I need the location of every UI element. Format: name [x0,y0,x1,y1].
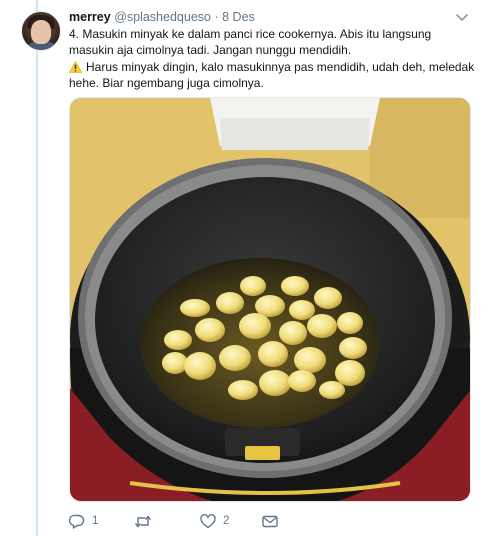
retweet-icon [134,515,152,527]
reply-button[interactable]: 1 [69,512,98,530]
user-name[interactable]: merrey [69,10,111,24]
header-separator: · [214,10,219,24]
tweet-paragraph-2-wrap: Harus minyak dingin, kalo masukinnya pas… [69,60,479,91]
tweet-text: 4. Masukin minyak ke dalam panci rice co… [69,27,479,93]
avatar[interactable] [21,11,61,51]
tweet-paragraph-2: Harus minyak dingin, kalo masukinnya pas… [69,60,475,90]
direct-message-button[interactable] [262,512,278,530]
reply-icon [69,514,85,529]
retweet-button[interactable] [134,512,159,530]
rice-cooker-photo [70,98,470,501]
tweet-header: merrey @splashedqueso · 8 Des [69,10,469,28]
like-icon [200,513,216,528]
warning-icon [69,61,82,73]
tweet[interactable]: merrey @splashedqueso · 8 Des 4. Masukin… [0,0,503,536]
tweet-paragraph-1: 4. Masukin minyak ke dalam panci rice co… [69,27,432,57]
tweet-actions: 1 2 [69,512,449,530]
tweet-photo[interactable] [69,97,471,502]
tweet-date[interactable]: 8 Des [222,10,255,24]
message-icon [262,515,278,527]
user-handle[interactable]: @splashedqueso [114,10,211,24]
reply-count: 1 [92,515,99,527]
like-button[interactable]: 2 [200,512,229,530]
like-count: 2 [223,515,230,527]
chevron-down-icon[interactable] [455,12,469,24]
